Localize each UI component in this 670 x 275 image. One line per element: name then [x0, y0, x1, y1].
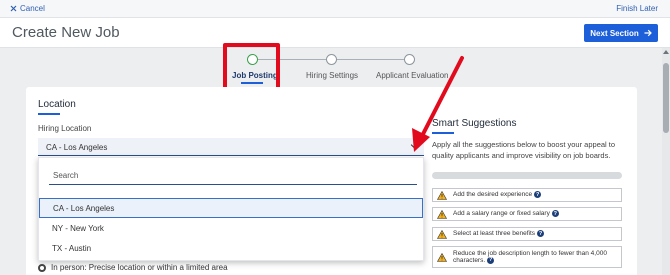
selected-location: CA - Los Angeles	[46, 143, 108, 152]
warning-icon	[437, 252, 447, 262]
scroll-up-icon[interactable]	[663, 50, 669, 54]
close-icon	[10, 5, 17, 12]
location-dropdown: CA - Los Angeles NY - New York TX - Aust…	[38, 157, 424, 261]
next-section-label: Next Section	[590, 28, 639, 38]
radio-button[interactable]	[38, 263, 46, 272]
step-label-hiring-settings[interactable]: Hiring Settings	[306, 71, 358, 80]
suggestion-text: Reduce the job description length to few…	[453, 249, 607, 265]
location-card: Location Hiring Location CA - Los Angele…	[26, 87, 637, 275]
suggestion-item[interactable]: Add a salary range or fixed salary?	[432, 207, 622, 221]
radio-label: In person: Precise location or within a …	[51, 263, 228, 272]
dropdown-option[interactable]: NY - New York	[39, 219, 423, 239]
warning-icon	[437, 190, 447, 200]
help-icon[interactable]: ?	[551, 210, 559, 218]
section-underline	[38, 113, 60, 115]
chevron-down-icon[interactable]	[410, 140, 420, 150]
hiring-location-select[interactable]: CA - Los Angeles	[38, 138, 424, 156]
smart-suggestions-title: Smart Suggestions	[432, 118, 517, 129]
help-icon[interactable]: ?	[537, 230, 545, 238]
suggestions-progress-bar	[432, 172, 622, 179]
section-title-location: Location	[38, 99, 76, 110]
warning-icon	[437, 209, 447, 219]
help-icon[interactable]: ?	[534, 191, 542, 199]
step-dot-hiring-settings[interactable]	[326, 54, 337, 65]
suggestion-text: Select at least three benefits	[453, 230, 536, 238]
suggestion-item[interactable]: Reduce the job description length to few…	[432, 246, 622, 268]
page-title: Create New Job	[12, 24, 120, 41]
page-scrollbar[interactable]	[662, 48, 670, 275]
next-section-button[interactable]: Next Section	[584, 24, 658, 42]
progress-stepper: Job Posting Hiring Settings Applicant Ev…	[0, 48, 660, 88]
help-icon[interactable]: ?	[487, 256, 495, 264]
scroll-thumb[interactable]	[663, 63, 669, 133]
section-underline	[432, 132, 454, 134]
top-bar: Cancel Finish Later	[0, 0, 670, 18]
finish-later-link[interactable]: Finish Later	[616, 4, 658, 13]
dropdown-option[interactable]: TX - Austin	[39, 239, 423, 259]
page-header: Create New Job Next Section	[0, 18, 670, 48]
suggestion-text: Add the desired experience	[453, 191, 533, 199]
in-person-radio-option[interactable]: In person: Precise location or within a …	[38, 263, 228, 272]
warning-icon	[437, 229, 447, 239]
hiring-location-label: Hiring Location	[38, 124, 92, 133]
step-dot-applicant-evaluation[interactable]	[404, 54, 415, 65]
smart-suggestions-description: Apply all the suggestions below to boost…	[432, 140, 616, 160]
location-search-input[interactable]	[49, 167, 417, 185]
suggestion-text: Add a salary range or fixed salary	[453, 210, 550, 218]
highlight-box	[223, 43, 280, 91]
cancel-link[interactable]: Cancel	[10, 4, 45, 13]
arrow-right-icon	[644, 29, 652, 37]
dropdown-option[interactable]: CA - Los Angeles	[39, 198, 423, 218]
suggestion-item[interactable]: Select at least three benefits?	[432, 227, 622, 241]
step-label-applicant-evaluation[interactable]: Applicant Evaluation	[376, 71, 449, 80]
suggestion-item[interactable]: Add the desired experience?	[432, 188, 622, 202]
cancel-label: Cancel	[20, 4, 45, 13]
step-connector	[337, 59, 404, 60]
